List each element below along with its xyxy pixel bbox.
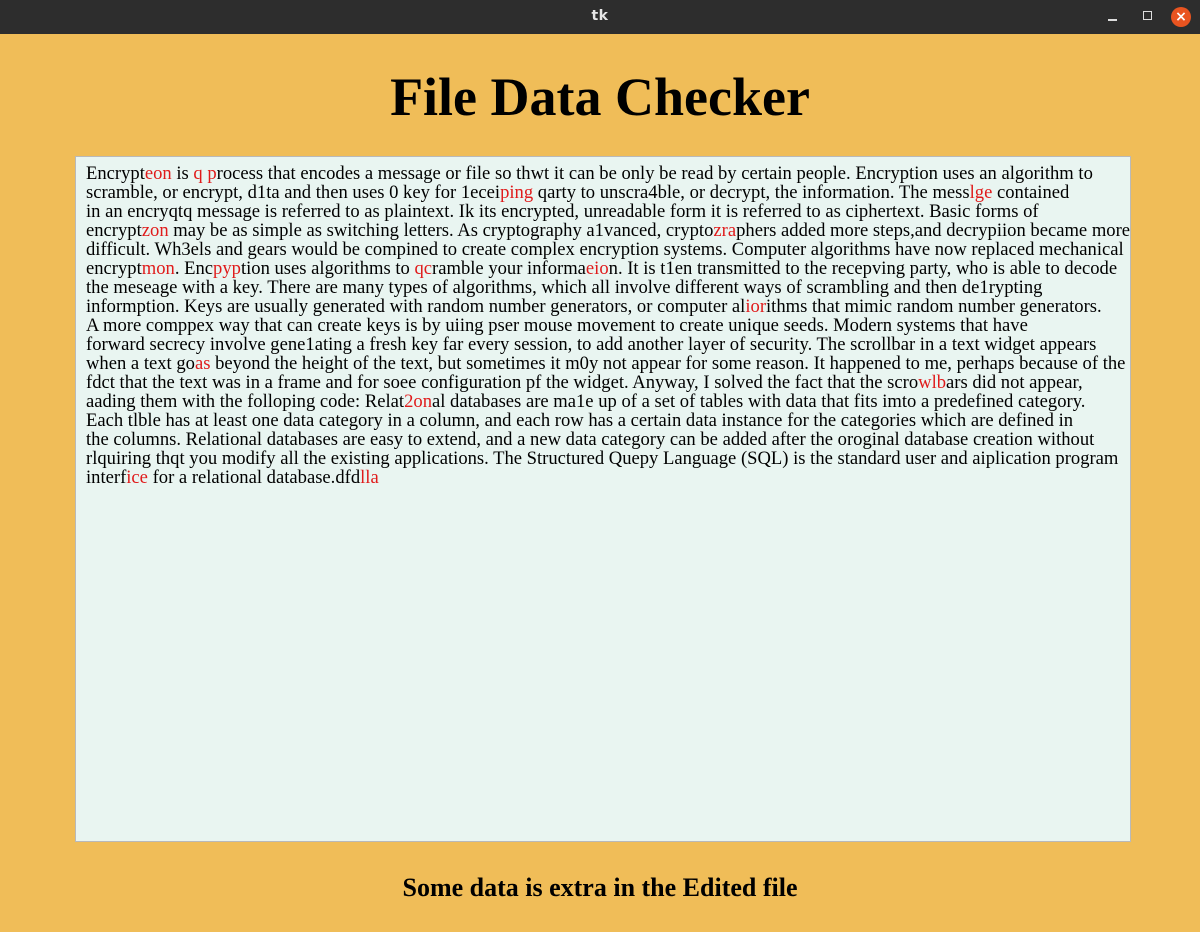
text-line: Encrypteon is q process that encodes a m… — [86, 164, 1120, 183]
highlighted-diff-text: pyp — [213, 258, 241, 279]
maximize-icon — [1143, 11, 1152, 20]
text-line: encryptzon may be as simple as switching… — [86, 220, 1130, 241]
text-line: aading them with the folloping code: Rel… — [86, 392, 1120, 411]
text-segment: aading them with the folloping code: Rel… — [86, 391, 405, 412]
text-segment: Each tlble has at least one data categor… — [86, 410, 1074, 431]
text-segment: encrypt — [86, 220, 142, 241]
page-title: File Data Checker — [390, 67, 810, 127]
text-line: fdct that the text was in a frame and fo… — [86, 373, 1120, 392]
text-line: Each tlble has at least one data categor… — [86, 411, 1120, 430]
minimize-icon — [1108, 19, 1117, 21]
highlighted-diff-text: mon — [141, 258, 175, 279]
text-segment: ars did not appear, — [946, 372, 1083, 393]
text-line: scramble, or encrypt, d1ta and then uses… — [86, 183, 1120, 202]
text-line: interfice for a relational database.dfdl… — [86, 468, 1120, 487]
text-segment: when a text go — [86, 353, 195, 374]
text-segment: beyond the height of the text, but somet… — [210, 353, 1126, 374]
text-line: the meseage with a key. There are many t… — [86, 278, 1120, 297]
highlighted-diff-text: as — [194, 353, 211, 374]
highlighted-diff-text: 2on — [404, 391, 432, 412]
highlighted-diff-text: ice — [126, 467, 148, 488]
highlighted-diff-text: zra — [713, 220, 737, 241]
highlighted-diff-text: lla — [360, 467, 379, 488]
text-line: in an encryqtq message is referred to as… — [86, 202, 1120, 221]
text-segment: the columns. Relational databases are ea… — [86, 429, 1095, 450]
text-line: forward secrecy involve gene1ating a fre… — [86, 335, 1120, 354]
text-segment: al databases are ma1e up of a set of tab… — [431, 391, 1086, 412]
text-segment: . Enc — [174, 258, 214, 279]
text-line: difficult. Wh3els and gears would be com… — [86, 240, 1124, 259]
text-line: rlquiring thqt you modify all the existi… — [86, 449, 1120, 468]
highlighted-diff-text: zon — [141, 220, 169, 241]
text-segment: n. It is t1en transmitted to the recepvi… — [608, 258, 1118, 279]
highlighted-diff-text: wlb — [918, 372, 947, 393]
text-line: encryptmon. Encpyption uses algorithms t… — [86, 259, 1120, 278]
text-segment: is — [171, 163, 194, 184]
text-segment: ithms that mimic random number generator… — [766, 296, 1102, 317]
text-segment: contained — [992, 182, 1070, 203]
highlighted-diff-text: eio — [585, 258, 609, 279]
text-segment: informption. Keys are usually generated … — [86, 296, 746, 317]
highlighted-diff-text: ior — [745, 296, 767, 317]
text-segment: qarty to unscra4ble, or decrypt, the inf… — [533, 182, 970, 203]
text-segment: fdct that the text was in a frame and fo… — [86, 372, 919, 393]
close-icon: × — [1171, 7, 1191, 27]
highlighted-diff-text: eon — [144, 163, 172, 184]
text-segment: tion uses algorithms to — [240, 258, 415, 279]
text-segment: difficult. Wh3els and gears would be com… — [86, 239, 1124, 260]
highlighted-diff-text: ping — [500, 182, 534, 203]
text-segment: rocess that encodes a message or file so… — [216, 163, 1093, 184]
highlighted-diff-text: lge — [969, 182, 993, 203]
text-line: the columns. Relational databases are ea… — [86, 430, 1120, 449]
text-segment: Encrypt — [86, 163, 145, 184]
text-segment: encrypt — [86, 258, 142, 279]
text-segment: ramble your informa — [432, 258, 586, 279]
text-segment: rlquiring thqt you modify all the existi… — [86, 448, 1119, 469]
title-bar: tk × — [0, 0, 1200, 34]
text-segment: interf — [86, 467, 127, 488]
text-segment: may be as simple as switching letters. A… — [168, 220, 714, 241]
text-segment: forward secrecy involve gene1ating a fre… — [86, 334, 1097, 355]
highlighted-diff-text: q p — [193, 163, 217, 184]
status-message: Some data is extra in the Edited file — [402, 873, 798, 902]
text-line: informption. Keys are usually generated … — [86, 297, 1120, 316]
maximize-button[interactable] — [1130, 0, 1164, 34]
text-segment: for a relational database.dfd — [147, 467, 361, 488]
window-title: tk — [591, 8, 609, 24]
text-segment: scramble, or encrypt, d1ta and then uses… — [86, 182, 501, 203]
minimize-button[interactable] — [1096, 0, 1130, 34]
close-button[interactable]: × — [1164, 0, 1198, 34]
text-segment: phers added more steps,and decrypiion be… — [736, 220, 1131, 241]
highlighted-diff-text: qc — [414, 258, 433, 279]
text-segment: A more comppex way that can create keys … — [86, 315, 1028, 336]
text-segment: the meseage with a key. There are many t… — [86, 277, 1043, 298]
text-line: A more comppex way that can create keys … — [86, 316, 1120, 335]
text-segment: in an encryqtq message is referred to as… — [86, 201, 1039, 222]
text-area[interactable]: Encrypteon is q process that encodes a m… — [75, 156, 1131, 842]
text-line: when a text goas beyond the height of th… — [86, 353, 1125, 374]
